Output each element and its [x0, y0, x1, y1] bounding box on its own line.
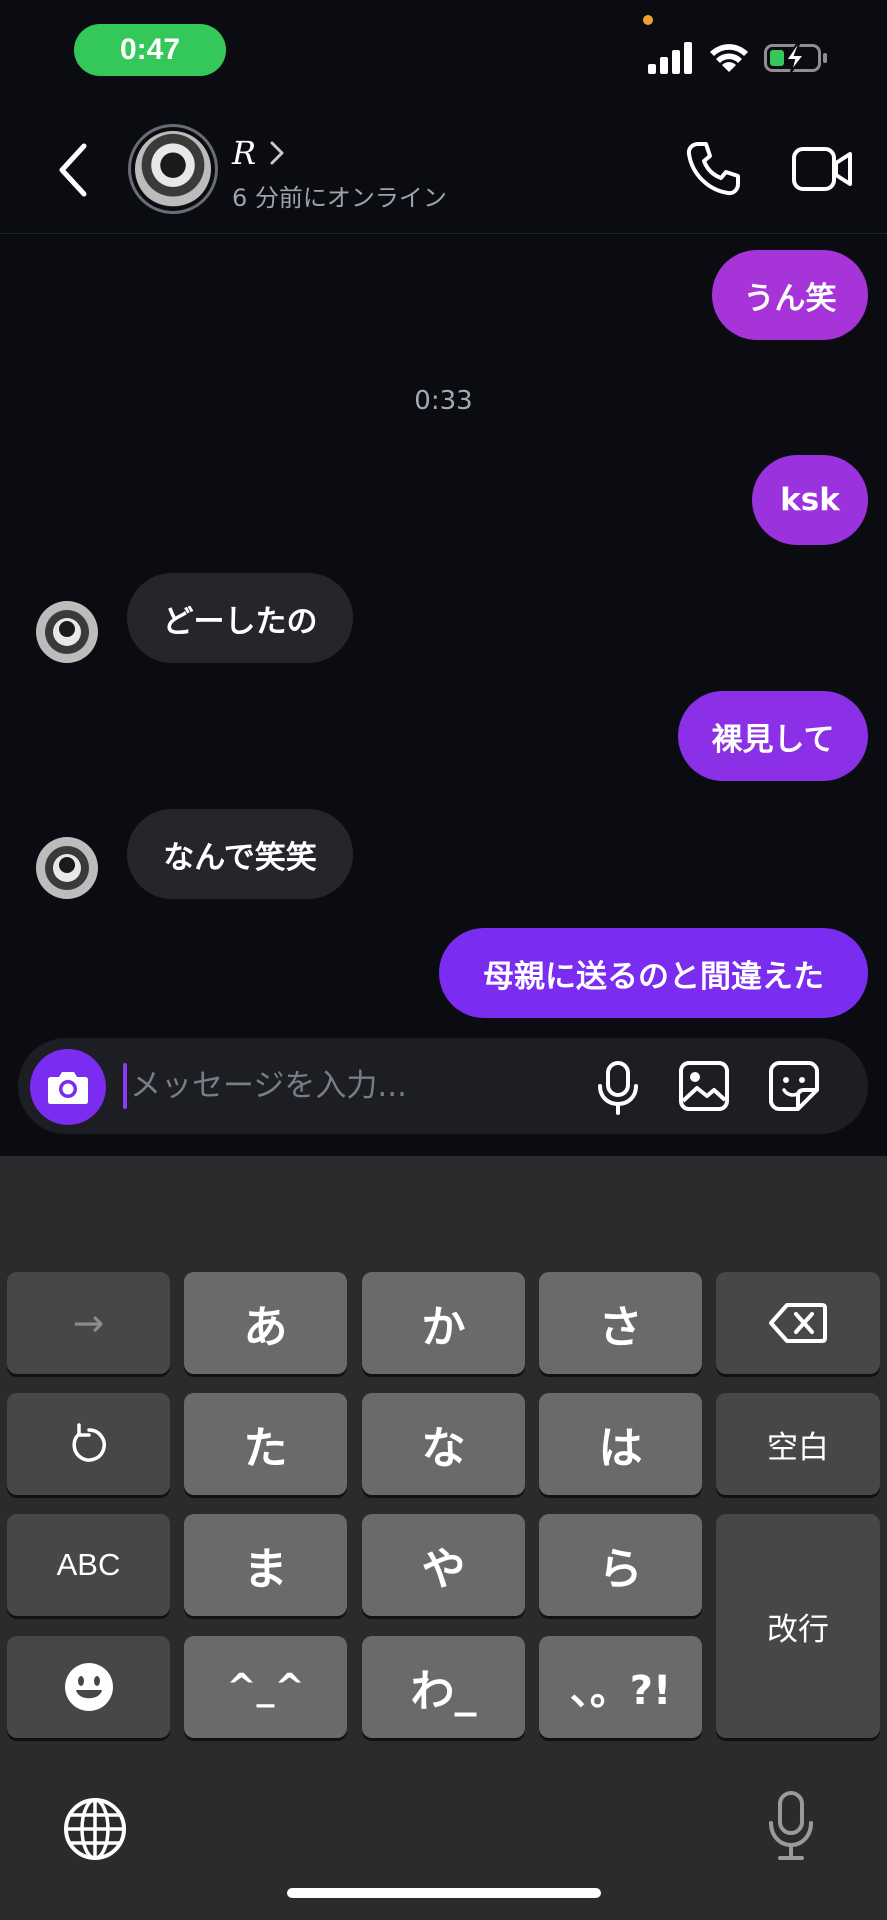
key-na[interactable]: な: [362, 1393, 525, 1495]
abc-key-label: ABC: [56, 1547, 121, 1582]
home-indicator[interactable]: [287, 1888, 601, 1898]
key-sa[interactable]: さ: [539, 1272, 702, 1374]
key-a[interactable]: あ: [184, 1272, 347, 1374]
image-icon[interactable]: [678, 1060, 730, 1112]
return-key-label: 改行: [767, 1611, 829, 1648]
received-message[interactable]: なんで笑笑: [127, 809, 353, 899]
status-time[interactable]: 0:47: [74, 24, 226, 76]
key-ha[interactable]: は: [539, 1393, 702, 1495]
video-camera-icon[interactable]: [792, 144, 854, 194]
status-bar: 0:47: [0, 0, 887, 110]
phone-icon[interactable]: [684, 140, 742, 198]
camera-icon: [48, 1072, 88, 1104]
contact-message-avatar[interactable]: [36, 601, 98, 663]
key-ma[interactable]: ま: [184, 1514, 347, 1616]
kaomoji-key-label: ^_^: [226, 1666, 305, 1708]
chat-header: R 6 分前にオンライン: [0, 110, 887, 234]
signal-icon: [648, 42, 692, 74]
sent-message[interactable]: うん笑: [712, 250, 868, 340]
text-cursor: [123, 1063, 127, 1109]
sent-message[interactable]: ksk: [752, 455, 868, 545]
emoji-icon: [64, 1663, 113, 1711]
undo-icon: [71, 1423, 106, 1462]
key-next-candidate[interactable]: →: [7, 1272, 170, 1374]
chevron-right-icon[interactable]: [268, 140, 286, 166]
sent-message[interactable]: 裸見して: [678, 691, 868, 781]
key-kaomoji[interactable]: ^_^: [184, 1636, 347, 1738]
delete-key[interactable]: [716, 1272, 880, 1374]
microphone-icon[interactable]: [594, 1060, 642, 1116]
key-punctuation[interactable]: 、。?!: [539, 1636, 702, 1738]
contact-avatar[interactable]: [128, 124, 218, 214]
camera-button[interactable]: [30, 1049, 106, 1125]
sticker-icon[interactable]: [768, 1060, 820, 1112]
punctuation-key-label: 、。?!: [569, 1668, 672, 1714]
avatar-image: [135, 131, 211, 207]
battery-charging-icon: [764, 43, 827, 73]
wifi-icon: [710, 44, 748, 72]
return-key[interactable]: 改行: [716, 1514, 880, 1738]
received-message[interactable]: どーしたの: [127, 573, 353, 663]
message-timestamp: 0:33: [414, 386, 473, 416]
emoji-key[interactable]: [7, 1636, 170, 1738]
abc-key[interactable]: ABC: [7, 1514, 170, 1616]
back-icon[interactable]: [50, 140, 94, 200]
contact-status: 6 分前にオンライン: [232, 184, 447, 212]
dictation-icon[interactable]: [766, 1790, 816, 1862]
space-key[interactable]: 空白: [716, 1393, 880, 1495]
key-ra[interactable]: ら: [539, 1514, 702, 1616]
space-key-label: 空白: [767, 1429, 829, 1466]
sent-message[interactable]: 母親に送るのと間違えた: [439, 928, 868, 1018]
key-ya[interactable]: や: [362, 1514, 525, 1616]
message-composer: [18, 1038, 868, 1134]
key-wa[interactable]: わ_: [362, 1636, 525, 1738]
delete-icon: [769, 1303, 827, 1343]
contact-message-avatar[interactable]: [36, 837, 98, 899]
key-ka[interactable]: か: [362, 1272, 525, 1374]
message-input[interactable]: [130, 1058, 470, 1114]
contact-name[interactable]: R: [232, 134, 256, 172]
privacy-indicator-dot: [643, 15, 653, 25]
undo-key[interactable]: [7, 1393, 170, 1495]
globe-icon[interactable]: [62, 1796, 128, 1862]
key-ta[interactable]: た: [184, 1393, 347, 1495]
